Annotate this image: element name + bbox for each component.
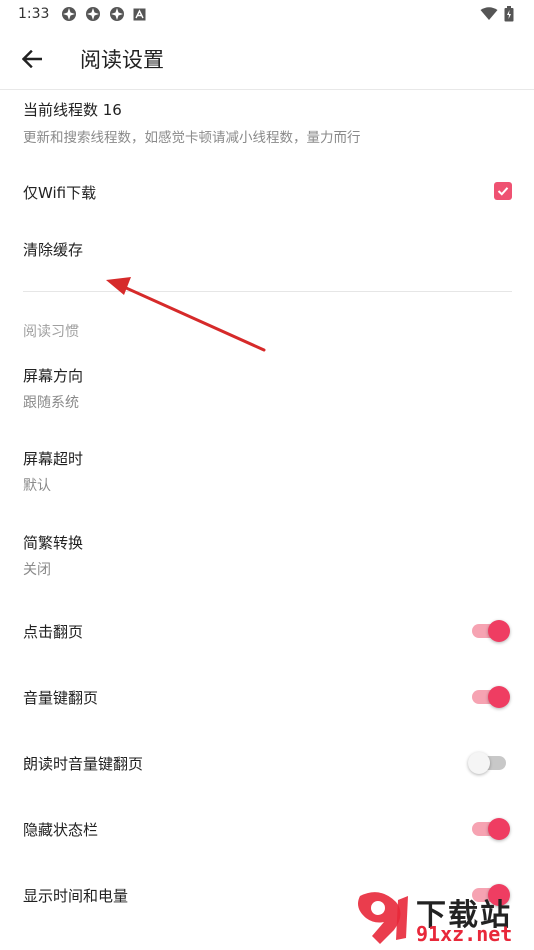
status-time: 1:33 [18, 6, 50, 22]
setting-volume-turn[interactable]: 音量键翻页 [0, 665, 534, 731]
setting-hide-status-bar[interactable]: 隐藏状态栏 [0, 797, 534, 863]
watermark-text-bottom: 91xz.net [416, 922, 513, 946]
setting-title: 简繁转换 [23, 534, 84, 552]
setting-tap-turn[interactable]: 点击翻页 [0, 599, 534, 665]
arrow-back-icon [22, 49, 42, 68]
section-divider [23, 291, 512, 292]
setting-title: 点击翻页 [23, 623, 84, 641]
setting-wifi-only[interactable]: 仅Wifi下载 [0, 163, 534, 219]
setting-title: 朗读时音量键翻页 [23, 755, 144, 773]
setting-title: 音量键翻页 [23, 689, 99, 707]
setting-subtitle: 跟随系统 [23, 395, 79, 411]
setting-title: 屏幕方向 [23, 367, 84, 385]
wifi-only-checkbox[interactable] [494, 182, 512, 200]
status-right-icons [480, 6, 514, 22]
check-icon [497, 187, 509, 196]
setting-chinese-convert[interactable]: 简繁转换 关闭 [0, 520, 534, 596]
hide-status-bar-switch[interactable] [472, 816, 510, 840]
switch-thumb [488, 686, 510, 708]
app-notification-icon [86, 7, 101, 21]
setting-title: 隐藏状态栏 [23, 821, 99, 839]
setting-screen-orientation[interactable]: 屏幕方向 跟随系统 [0, 353, 534, 429]
setting-subtitle: 关闭 [23, 562, 51, 578]
wifi-icon [480, 7, 498, 20]
tts-volume-turn-switch[interactable] [468, 750, 508, 774]
setting-title: 显示时间和电量 [23, 887, 129, 905]
app-notification-icon [110, 7, 125, 21]
setting-tts-volume-turn[interactable]: 朗读时音量键翻页 [0, 731, 534, 797]
setting-screen-timeout[interactable]: 屏幕超时 默认 [0, 436, 534, 512]
back-button[interactable] [12, 39, 52, 79]
setting-title: 当前线程数 16 [23, 101, 122, 119]
setting-thread-count[interactable]: 当前线程数 16 更新和搜索线程数，如感觉卡顿请减小线程数，量力而行 [0, 91, 534, 157]
setting-title: 屏幕超时 [23, 450, 84, 468]
status-bar: 1:33 [0, 0, 534, 28]
app-notification-icon [62, 7, 77, 21]
app-bar: 阅读设置 [0, 28, 534, 90]
status-notification-icons [61, 6, 146, 22]
tap-turn-switch[interactable] [472, 618, 510, 642]
page-title: 阅读设置 [80, 47, 164, 72]
setting-subtitle: 默认 [23, 478, 51, 494]
watermark: 下载站 91xz.net [350, 888, 530, 948]
switch-thumb [468, 752, 490, 774]
setting-subtitle: 更新和搜索线程数，如感觉卡顿请减小线程数，量力而行 [23, 130, 361, 146]
setting-title: 仅Wifi下载 [23, 184, 97, 202]
watermark-logo-icon [358, 892, 408, 944]
a-icon [133, 8, 146, 20]
arrow-line [122, 285, 266, 352]
setting-title: 清除缓存 [23, 241, 84, 259]
setting-clear-cache[interactable]: 清除缓存 [0, 221, 534, 287]
section-header-reading: 阅读习惯 [23, 324, 79, 340]
battery-icon [504, 6, 514, 22]
volume-turn-switch[interactable] [472, 684, 510, 708]
switch-thumb [488, 620, 510, 642]
switch-thumb [488, 818, 510, 840]
